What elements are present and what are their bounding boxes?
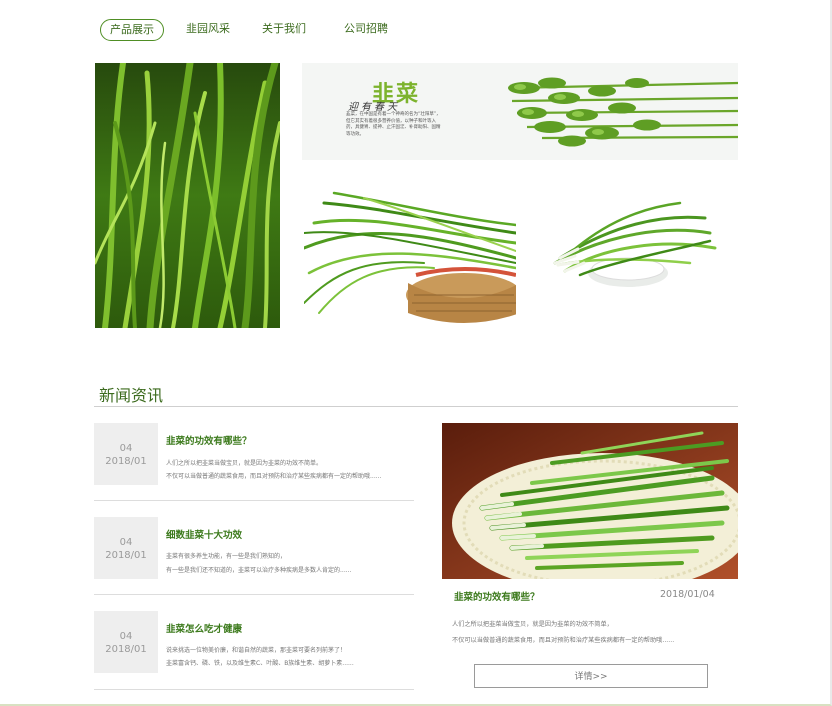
- news-date-yearmonth: 2018/01: [105, 644, 147, 655]
- nav-item-products[interactable]: 产品展示: [100, 19, 164, 41]
- feature-news-excerpt-line1: 人们之所以把韭菜当做宝贝，就是因为韭菜的功效不简单，: [452, 621, 613, 628]
- nav-item-about[interactable]: 关于我们: [256, 19, 312, 39]
- news-item-divider: [94, 689, 414, 690]
- news-date-day: 04: [119, 537, 133, 548]
- news-date-box: 04 2018/01: [94, 423, 158, 485]
- news-item-excerpt-line1: 说来挑选一位物美价廉，和谐自然的蔬菜，那韭菜可要名列前茅了！: [166, 647, 347, 654]
- gallery-image-basket[interactable]: [304, 163, 516, 328]
- news-item-title[interactable]: 韭菜的功效有哪些？: [166, 433, 252, 447]
- news-item-excerpt-line1: 韭菜有很多养生功能，有一些是我们熟知的，: [166, 553, 287, 560]
- news-item-divider: [94, 594, 414, 595]
- news-list-item[interactable]: 04 2018/01 韭菜的功效有哪些？ 人们之所以把韭菜当做宝贝，就是因为韭菜…: [94, 423, 414, 503]
- feature-news-title[interactable]: 韭菜的功效有哪些？: [454, 589, 540, 603]
- banner-subtitle: 迎有春天: [348, 102, 400, 113]
- news-date-box: 04 2018/01: [94, 517, 158, 579]
- news-item-excerpt-line2: 有一些是我们还不知道的，韭菜可以治疗多种疾病是多数人肯定的......: [166, 567, 352, 574]
- news-date-yearmonth: 2018/01: [105, 456, 147, 467]
- feature-news-date: 2018/01/04: [660, 589, 715, 600]
- gallery-image-grass[interactable]: [95, 63, 280, 328]
- news-list-item[interactable]: 04 2018/01 细数韭菜十大功效 韭菜有很多养生功能，有一些是我们熟知的，…: [94, 517, 414, 597]
- news-section-title: 新闻资讯: [99, 386, 164, 405]
- news-item-excerpt-line2: 韭菜富含钙、磷、铁，以及维生素C、叶酸、B族维生素、胡萝卜素......: [166, 660, 354, 667]
- nav-item-jobs[interactable]: 公司招聘: [338, 19, 394, 39]
- news-date-yearmonth: 2018/01: [105, 550, 147, 561]
- section-divider: [94, 406, 738, 407]
- news-item-excerpt-line2: 不仅可以当做普通的蔬菜食用，而且对预防和治疗某些疾病都有一定的帮助哦......: [166, 473, 382, 480]
- news-date-day: 04: [119, 631, 133, 642]
- feature-news-image[interactable]: [442, 423, 738, 579]
- banner-body-text: 韭菜，在中国是有着一个神奇的名为“壮阳草”，但它其实有着很多营养价值，以种子和叶…: [346, 112, 441, 137]
- news-list-item[interactable]: 04 2018/01 韭菜怎么吃才健康 说来挑选一位物美价廉，和谐自然的蔬菜，那…: [94, 611, 414, 691]
- news-item-excerpt-line1: 人们之所以把韭菜当做宝贝，就是因为韭菜的功效不简单。: [166, 460, 323, 467]
- news-date-day: 04: [119, 443, 133, 454]
- news-date-box: 04 2018/01: [94, 611, 158, 673]
- news-item-divider: [94, 500, 414, 501]
- feature-news-excerpt-line2: 不仅可以当做普通的蔬菜食用，而且对预防和治疗某些疾病都有一定的帮助哦......: [452, 637, 675, 644]
- news-item-title[interactable]: 细数韭菜十大功效: [166, 527, 242, 541]
- details-button[interactable]: 详情>>: [474, 664, 708, 688]
- news-item-title[interactable]: 韭菜怎么吃才健康: [166, 621, 242, 635]
- nav-item-garden[interactable]: 韭园风采: [180, 19, 236, 39]
- gallery-image-plate[interactable]: [520, 163, 738, 328]
